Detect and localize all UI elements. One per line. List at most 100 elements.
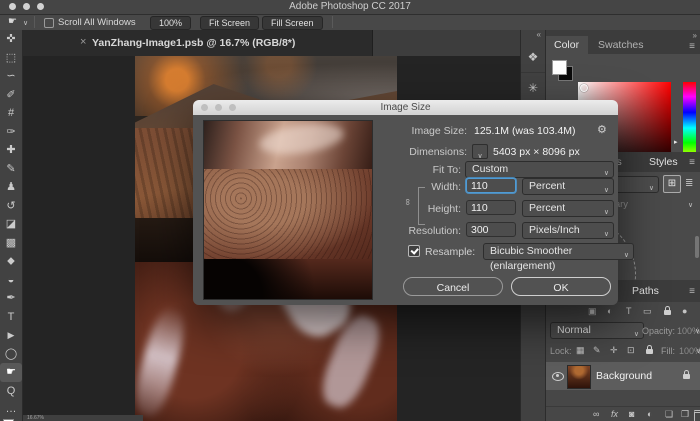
fit-screen-button[interactable]: Fit Screen [200,16,259,30]
chevron-down-icon[interactable]: ∨ [23,19,28,27]
hand-tool[interactable]: ☛ [0,363,22,382]
hue-slider-pointer[interactable]: ▸ [674,138,678,146]
filter-locked-layers-icon[interactable] [664,310,671,315]
quick-selection-tool[interactable]: ✐ [0,86,22,105]
image-preview[interactable] [203,120,373,300]
lock-artboard-icon[interactable]: ⊡ [627,345,635,356]
foreground-color-swatch[interactable] [552,60,567,75]
pen-tool[interactable]: ✒ [0,289,22,308]
marquee-tool[interactable]: ⬚ [0,49,22,68]
color-panel-tabbar: » Color Swatches ≡ [546,30,700,54]
layer-effects-icon[interactable]: fx [611,409,618,419]
panel-menu-icon[interactable]: ≡ [689,157,695,168]
layer-thumbnail[interactable] [567,365,591,389]
chevron-down-icon[interactable]: ∨ [695,327,700,335]
chevron-down-icon: ∨ [477,153,482,160]
healing-brush-tool[interactable]: ✚ [0,141,22,160]
filter-adjustment-layers-icon[interactable]: ◐ [607,306,612,316]
zoom-100-button[interactable]: 100% [150,16,191,30]
scrollbar-thumb[interactable] [695,236,699,258]
dimensions-unit-dropdown[interactable]: ∨ [472,144,488,159]
eraser-icon: ◪ [6,218,16,230]
tab-swatches[interactable]: Swatches [598,39,644,51]
preview-dark-rock-region [204,259,372,299]
layer-visibility-eye-icon[interactable] [552,372,564,381]
lock-transparency-icon[interactable]: ▦ [576,345,585,356]
path-selection-icon: ▶ [8,330,15,340]
resolution-label: Resolution: [393,225,461,237]
layer-row-background[interactable]: Background [546,362,700,390]
chevron-down-icon[interactable]: ∨ [696,347,700,355]
eyedropper-tool[interactable]: ✑ [0,123,22,142]
resolution-input[interactable] [466,222,516,237]
layer-name[interactable]: Background [596,370,652,382]
shape-tool[interactable]: ◯ [0,345,22,364]
lasso-tool[interactable]: ∽ [0,67,22,86]
close-tab-icon[interactable]: × [80,36,86,48]
panel-menu-icon[interactable]: ≡ [689,286,695,297]
filter-pixel-layers-icon[interactable]: ▣ [588,306,597,317]
gear-icon[interactable]: ⚙ [597,123,607,136]
gradient-tool[interactable]: ▩ [0,234,22,253]
dialog-titlebar[interactable]: Image Size [193,100,618,116]
lock-move-icon[interactable]: ✛ [610,345,618,356]
type-tool[interactable]: T [0,308,22,327]
clone-stamp-tool[interactable]: ♟ [0,178,22,197]
layer-mask-icon[interactable]: ◙ [629,409,634,419]
tab-color[interactable]: Color [546,36,588,54]
dodge-tool[interactable]: ◒ [0,271,22,290]
fill-screen-button[interactable]: Fill Screen [262,16,323,30]
path-selection-tool[interactable]: ▶ [0,326,22,345]
width-input[interactable] [466,178,516,193]
document-tab[interactable]: × YanZhang-Image1.psb @ 16.7% (RGB/8*) [22,30,373,56]
resolution-unit-value: Pixels/Inch [529,224,580,236]
scroll-all-windows-checkbox[interactable] [44,18,54,28]
chevron-down-icon: ∨ [604,227,609,242]
history-brush-tool[interactable]: ↺ [0,197,22,216]
tab-paths[interactable]: Paths [632,285,659,297]
color-picker-marker[interactable] [580,84,588,92]
filter-type-layers-icon[interactable]: T [626,306,632,316]
hand-icon: ☛ [6,366,16,378]
height-unit-dropdown[interactable]: Percent ∨ [522,200,614,217]
collapse-panels-icon[interactable]: » [693,31,697,40]
link-layers-icon[interactable]: ∞ [593,409,599,419]
height-input[interactable] [466,200,516,215]
cancel-button[interactable]: Cancel [403,277,503,296]
zoom-tool[interactable]: Q [0,382,22,401]
edit-toolbar-button[interactable]: … [0,400,22,419]
lock-paint-icon[interactable]: ✎ [593,345,601,356]
adjustment-layer-icon[interactable]: ◐ [647,409,652,419]
width-unit-dropdown[interactable]: Percent ∨ [522,178,614,195]
height-unit-value: Percent [529,202,565,214]
blend-mode-dropdown[interactable]: Normal ∨ [550,322,644,339]
crop-tool[interactable]: # [0,104,22,123]
lock-all-icon[interactable] [646,349,653,354]
filter-shape-layers-icon[interactable]: ▭ [643,306,652,317]
layers-panel: ▣ ◐ T ▭ ● Normal ∨ Opacity: 100% ∨ Lock:… [546,302,700,421]
new-group-icon[interactable]: ❏ [665,409,673,420]
expand-panels-icon[interactable]: « [521,30,545,42]
ok-button[interactable]: OK [511,277,611,296]
resample-method-dropdown[interactable]: Bicubic Smoother (enlargement) ∨ [483,243,634,260]
eraser-tool[interactable]: ◪ [0,215,22,234]
brush-tool[interactable]: ✎ [0,160,22,179]
grid-view-button[interactable]: ⊞ [663,175,681,193]
resolution-unit-dropdown[interactable]: Pixels/Inch ∨ [522,222,614,239]
list-view-button[interactable]: ≣ [685,178,693,189]
status-zoom[interactable]: 16.67% [27,415,44,421]
new-layer-icon[interactable]: ❐ [681,409,689,420]
resample-checkbox[interactable] [408,245,420,257]
tab-styles[interactable]: Styles [649,156,678,168]
opacity-label: Opacity: [642,326,675,336]
dimensions-value: 5403 px × 8096 px [493,146,580,158]
delete-layer-icon[interactable] [694,410,700,421]
filter-toggle-icon[interactable]: ● [682,306,687,316]
fit-to-dropdown[interactable]: Custom ∨ [465,161,614,178]
panel-menu-icon[interactable]: ≡ [689,41,695,52]
brush-settings-panel-button[interactable]: ❖ [521,42,545,73]
move-tool[interactable]: ✜ [0,30,22,49]
window-title: Adobe Photoshop CC 2017 [0,1,700,12]
blur-tool[interactable]: ⬥ [0,252,22,271]
chevron-down-icon[interactable]: ∨ [688,201,693,209]
